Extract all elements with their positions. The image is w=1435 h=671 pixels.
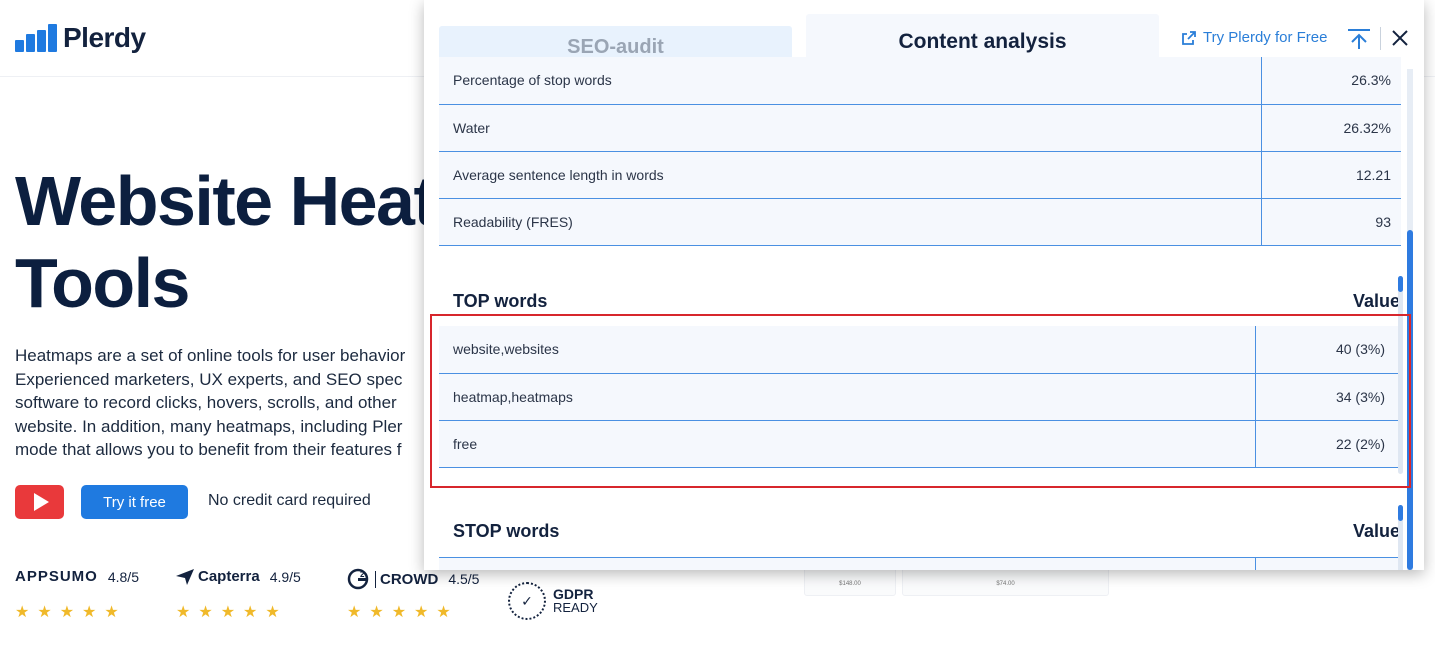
pricing-preview-price: $148.00 — [839, 581, 861, 587]
g2crowd-logo: CROWD — [375, 570, 438, 588]
g2crowd-stars: ★★★★★ — [347, 604, 459, 621]
gdpr-check-icon: ✓ — [508, 582, 546, 620]
table-row: Average sentence length in words 12.21 — [439, 151, 1401, 199]
word-value: 40 (3%) — [1254, 326, 1399, 374]
content-metrics-table: Percentage of stop words 26.3% Water 26.32… — [439, 57, 1401, 246]
top-words-header: TOP words Value — [439, 285, 1401, 317]
logo-bars-icon — [15, 24, 57, 52]
word-cell: website,websites — [439, 326, 1255, 374]
metric-value: 12.21 — [1260, 151, 1401, 199]
top-words-value-title: Value — [1352, 290, 1400, 311]
metric-label: Percentage of stop words — [439, 57, 1261, 105]
export-button[interactable] — [1346, 26, 1372, 52]
word-value: 34 (3%) — [1254, 373, 1399, 421]
capterra-arrow-icon — [176, 568, 194, 585]
table-row: Readability (FRES) 93 — [439, 198, 1401, 246]
logo-text: Plerdy — [63, 22, 146, 53]
toolbar-divider — [1380, 27, 1381, 50]
capterra-stars: ★★★★★ — [176, 604, 288, 621]
stop-words-header: STOP words Value — [439, 515, 1401, 547]
stop-words-scroll-thumb[interactable] — [1398, 505, 1403, 521]
metric-value: 26.3% — [1260, 57, 1401, 105]
gdpr-badge: ✓ GDPR READY — [508, 582, 598, 620]
top-words-scrollbar[interactable] — [1398, 276, 1403, 474]
word-cell: free — [439, 420, 1255, 468]
metric-label: Water — [439, 104, 1261, 152]
upload-icon — [1348, 29, 1370, 49]
try-it-free-button[interactable]: Try it free — [81, 485, 188, 519]
stop-words-table — [439, 557, 1399, 570]
svg-text:2: 2 — [360, 570, 365, 579]
table-row: Water 26.32% — [439, 104, 1401, 152]
gdpr-sub: READY — [553, 600, 598, 615]
close-panel-button[interactable] — [1388, 26, 1412, 50]
rating-g2crowd: 2 CROWD 4.5/5 ★★★★★ — [347, 568, 479, 628]
table-row: website,websites 40 (3%) — [439, 326, 1399, 374]
capterra-score: 4.9/5 — [269, 568, 301, 585]
appsumo-score: 4.8/5 — [107, 568, 139, 585]
appsumo-stars: ★★★★★ — [15, 604, 127, 621]
rating-capterra: Capterra 4.9/5 ★★★★★ — [176, 568, 301, 628]
top-words-table: website,websites 40 (3%) heatmap,heatmaps… — [439, 326, 1399, 468]
g2crowd-score: 4.5/5 — [448, 571, 480, 587]
pricing-preview-price: $74.00 — [996, 581, 1015, 587]
table-row: free 22 (2%) — [439, 420, 1399, 468]
appsumo-logo: APPSUMO — [15, 568, 98, 585]
top-words-title: TOP words — [453, 290, 548, 311]
play-icon — [33, 493, 49, 511]
gdpr-title: GDPR — [553, 586, 594, 602]
word-cell: heatmap,heatmaps — [439, 373, 1255, 421]
word-value: 22 (2%) — [1254, 420, 1399, 468]
try-plerdy-label: Try Plerdy for Free — [1203, 29, 1328, 46]
plerdy-logo[interactable]: Plerdy — [15, 22, 146, 54]
panel-scroll-thumb[interactable] — [1407, 230, 1413, 570]
try-plerdy-link[interactable]: Try Plerdy for Free — [1181, 29, 1327, 46]
no-credit-card-text: No credit card required — [208, 492, 371, 509]
top-words-scroll-thumb[interactable] — [1398, 276, 1403, 292]
g2-icon: 2 — [347, 568, 369, 590]
seo-panel: SEO-audit Content analysis Try Plerdy fo… — [424, 0, 1424, 570]
youtube-play-button[interactable] — [15, 485, 64, 519]
metric-label: Readability (FRES) — [439, 198, 1261, 246]
table-row: heatmap,heatmaps 34 (3%) — [439, 373, 1399, 421]
capterra-logo: Capterra — [198, 568, 260, 585]
table-row: Percentage of stop words 26.3% — [439, 57, 1401, 105]
metric-label: Average sentence length in words — [439, 151, 1261, 199]
panel-scroll-area[interactable]: Percentage of stop words 26.3% Water 26.32… — [424, 57, 1424, 570]
top-words-table-wrap[interactable]: website,websites 40 (3%) heatmap,heatmaps… — [439, 326, 1401, 473]
metric-value: 26.32% — [1260, 104, 1401, 152]
stop-words-title: STOP words — [453, 520, 560, 541]
external-link-icon — [1182, 30, 1196, 45]
stop-words-value-title: Value — [1352, 520, 1400, 541]
metric-value: 93 — [1260, 198, 1401, 246]
close-icon — [1392, 30, 1408, 46]
rating-appsumo: APPSUMO 4.8/5 ★★★★★ — [15, 568, 139, 628]
